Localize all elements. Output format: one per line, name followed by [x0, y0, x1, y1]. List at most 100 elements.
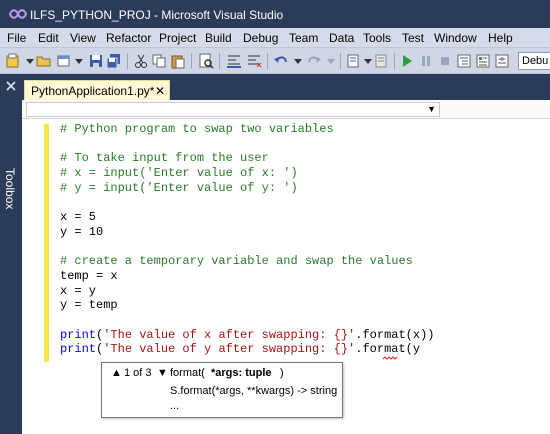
- open-file-icon[interactable]: [36, 53, 52, 69]
- new-project-icon[interactable]: [5, 53, 21, 69]
- add-item-icon[interactable]: [56, 53, 72, 69]
- toolbar-separator: [340, 53, 341, 69]
- comment-lines-icon[interactable]: [226, 53, 242, 69]
- add-item-dropdown-icon[interactable]: [71, 53, 87, 69]
- editor-gutter[interactable]: [22, 119, 44, 434]
- code-line[interactable]: # y = input('Enter value of y: '): [60, 181, 434, 196]
- overload-counter: 1 of 3: [124, 367, 152, 379]
- find-in-files-icon[interactable]: [198, 53, 214, 69]
- code-line[interactable]: y = temp: [60, 298, 434, 313]
- code-text-span: [60, 240, 67, 254]
- close-tab-icon[interactable]: ✕: [155, 84, 165, 98]
- string-literal: 'The value of x after swapping: {}': [103, 327, 356, 342]
- toolbox-tab[interactable]: Toolbox: [3, 168, 17, 209]
- menu-window[interactable]: Window: [434, 31, 477, 45]
- comment-text: # create a temporary variable and swap t…: [60, 254, 413, 269]
- menu-data[interactable]: Data: [329, 31, 354, 45]
- parameter-info-tooltip: ▲ 1 of 3 ▼ format( *args: tuple ) S.form…: [101, 362, 343, 418]
- code-line[interactable]: [60, 195, 434, 210]
- navigate-forward-icon[interactable]: [374, 53, 390, 69]
- chevron-down-icon: ▼: [427, 104, 436, 114]
- toolbar-separator: [127, 53, 128, 69]
- current-parameter: *args: tuple: [211, 367, 272, 379]
- code-line[interactable]: print('The value of x after swapping: {}…: [60, 328, 434, 343]
- toolbar-separator: [191, 53, 192, 69]
- stop-debugging-icon[interactable]: [437, 53, 453, 69]
- menu-file[interactable]: File: [7, 31, 26, 45]
- code-line[interactable]: [60, 240, 434, 255]
- menu-tools[interactable]: Tools: [363, 31, 391, 45]
- code-line[interactable]: # To take input from the user: [60, 151, 434, 166]
- code-text-span: x = 5: [60, 210, 97, 225]
- visual-studio-logo-icon: [8, 9, 28, 19]
- redo-dropdown-icon[interactable]: [323, 53, 339, 69]
- paste-icon[interactable]: [170, 53, 186, 69]
- uncomment-lines-icon[interactable]: [246, 53, 262, 69]
- signature-close: ): [280, 367, 284, 379]
- more-indicator: ...: [170, 400, 180, 412]
- tab-pythonapplication1[interactable]: PythonApplication1.py* ✕: [24, 80, 170, 100]
- comment-text: # y = input('Enter value of y: '): [60, 180, 298, 195]
- code-line[interactable]: x = 5: [60, 210, 434, 225]
- redo-icon[interactable]: [306, 53, 322, 69]
- code-text-span: [60, 137, 67, 151]
- code-text-span: temp = x: [60, 268, 118, 283]
- toolbar-separator: [219, 53, 220, 69]
- code-line[interactable]: # Python program to swap two variables: [60, 122, 434, 137]
- code-text[interactable]: # Python program to swap two variables #…: [60, 122, 434, 357]
- menu-view[interactable]: View: [70, 31, 96, 45]
- menu-bar: File Edit View Refactor Project Build Debug Tea…: [0, 28, 550, 48]
- undo-dropdown-icon[interactable]: [290, 53, 306, 69]
- save-all-icon[interactable]: [106, 53, 122, 69]
- code-line[interactable]: [60, 137, 434, 152]
- undo-icon[interactable]: [273, 53, 289, 69]
- builtin-keyword: print: [60, 327, 97, 342]
- toolbox-pin-icon[interactable]: [5, 80, 17, 92]
- code-line[interactable]: # create a temporary variable and swap t…: [60, 254, 434, 269]
- previous-overload-arrow-icon[interactable]: ▲: [111, 367, 122, 379]
- window-title: ILFS_PYTHON_PROJ - Microsoft Visual Stud…: [30, 8, 284, 22]
- method-call: .format(y: [355, 342, 421, 357]
- solution-explorer-icon[interactable]: [456, 53, 472, 69]
- break-all-icon[interactable]: [418, 53, 434, 69]
- menu-project[interactable]: Project: [159, 31, 196, 45]
- title-bar: ILFS_PYTHON_PROJ - Microsoft Visual Stud…: [0, 0, 550, 28]
- signature-doc: S.format(*args, **kwargs) -> string: [170, 385, 338, 397]
- next-overload-arrow-icon[interactable]: ▼: [157, 367, 168, 379]
- code-text-span: y = 10: [60, 224, 104, 239]
- menu-edit[interactable]: Edit: [38, 31, 59, 45]
- toolbar-separator: [267, 53, 268, 69]
- menu-help[interactable]: Help: [488, 31, 513, 45]
- code-line[interactable]: x = y: [60, 284, 434, 299]
- save-icon[interactable]: [88, 53, 104, 69]
- comment-text: # Python program to swap two variables: [60, 122, 334, 136]
- code-line[interactable]: # x = input('Enter value of x: '): [60, 166, 434, 181]
- standard-toolbar: Debu: [0, 48, 550, 74]
- code-text-span: y = temp: [60, 298, 118, 313]
- copy-icon[interactable]: [151, 53, 167, 69]
- document-tab-strip: PythonApplication1.py* ✕: [22, 74, 550, 100]
- solution-configuration-combo[interactable]: Debu: [518, 52, 550, 70]
- start-debugging-icon[interactable]: [399, 53, 415, 69]
- signature-name: format(: [170, 367, 205, 379]
- menu-team[interactable]: Team: [289, 31, 318, 45]
- menu-build[interactable]: Build: [205, 31, 232, 45]
- string-literal: 'The value of y after swapping: {}': [103, 342, 356, 357]
- members-dropdown[interactable]: ▼: [26, 102, 440, 117]
- cut-icon[interactable]: [133, 53, 149, 69]
- code-line[interactable]: [60, 313, 434, 328]
- code-line[interactable]: print('The value of y after swapping: {}…: [60, 342, 434, 357]
- code-line[interactable]: temp = x: [60, 269, 434, 284]
- menu-test[interactable]: Test: [402, 31, 424, 45]
- syntax-error-squiggle: [383, 356, 397, 360]
- menu-debug[interactable]: Debug: [243, 31, 278, 45]
- code-line[interactable]: y = 10: [60, 225, 434, 240]
- object-browser-icon[interactable]: [494, 53, 510, 69]
- menu-refactor[interactable]: Refactor: [106, 31, 151, 45]
- toolbox-strip: Toolbox: [0, 74, 22, 434]
- code-text-span: x = y: [60, 283, 97, 298]
- tab-label: PythonApplication1.py*: [31, 84, 155, 98]
- toolbar-separator: [394, 53, 395, 69]
- properties-window-icon[interactable]: [475, 53, 491, 69]
- method-call: .format(x)): [355, 327, 435, 342]
